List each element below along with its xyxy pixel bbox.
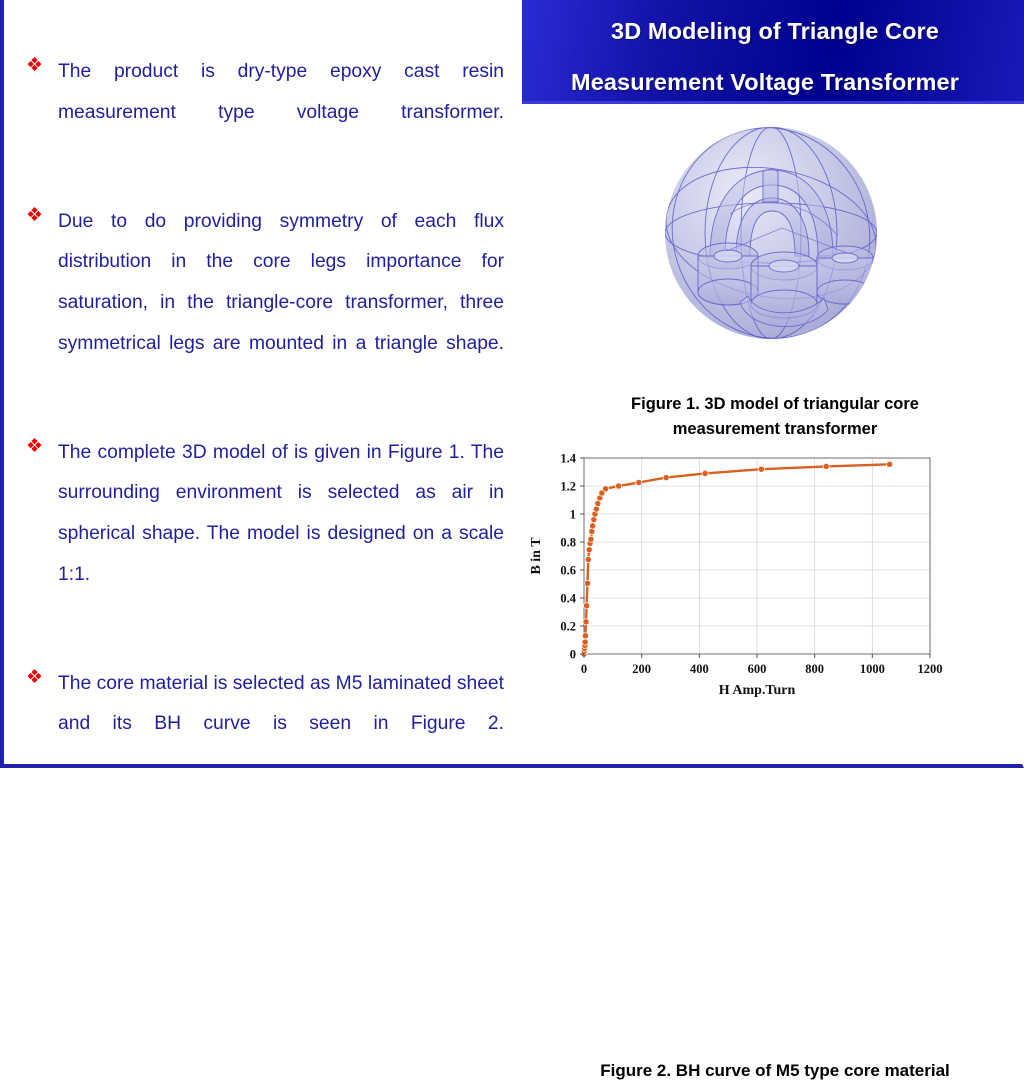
bullet-item-4-text: The core material is selected as M5 lami…: [58, 672, 504, 735]
diamond-bullet-icon: ❖: [26, 204, 44, 226]
x-axis-tick-label: 0: [581, 662, 587, 676]
y-axis-tick-label: 1.4: [560, 452, 576, 466]
figure-1-caption: Figure 1. 3D model of triangular core me…: [522, 392, 1024, 442]
data-point: [584, 579, 591, 587]
x-axis-tick-label: 1200: [918, 662, 943, 676]
data-point: [585, 546, 593, 554]
diamond-bullet-icon: ❖: [26, 435, 44, 457]
slide-title-line-1: 3D Modeling of Triangle Core: [611, 18, 939, 44]
bullet-item-2: ❖ Due to do providing symmetry of each f…: [26, 202, 504, 405]
data-point: [662, 474, 670, 482]
figure-2-caption: Figure 2. BH curve of M5 type core mater…: [600, 1061, 950, 1080]
data-point: [592, 505, 600, 513]
presentation-slide: 3D Modeling of Triangle Core Measurement…: [0, 0, 1024, 1081]
data-point: [581, 638, 589, 646]
figure-2: 0 200 400 600 800 1000 1200 0 0.2 0.4 0.6 0.8 1 1.2 1.…: [522, 446, 1024, 1081]
sphere-svg: [665, 127, 877, 339]
y-axis-tick-label: 0: [570, 648, 576, 662]
y-axis-tick-label: 1: [570, 508, 576, 522]
slide-title-bar: 3D Modeling of Triangle Core Measurement…: [522, 0, 1024, 104]
data-point: [757, 465, 765, 473]
bullet-item-1: ❖ The product is dry-type epoxy cast res…: [26, 52, 504, 174]
y-axis-tick-label: 1.2: [560, 480, 576, 494]
data-point: [588, 528, 596, 535]
bullet-item-3-text: The complete 3D model of is given in Fig…: [58, 441, 504, 585]
data-point: [635, 479, 643, 486]
data-point: [822, 462, 830, 470]
y-axis-tick-label: 0.8: [560, 536, 576, 550]
data-point: [602, 485, 610, 493]
y-axis-tick-label: 0.2: [560, 620, 576, 634]
data-point: [589, 522, 597, 530]
data-point: [582, 618, 590, 626]
data-point: [590, 516, 598, 524]
data-point: [615, 482, 623, 490]
diamond-bullet-icon: ❖: [26, 55, 44, 76]
3d-transformer-sphere-model-image: [632, 106, 912, 378]
data-point: [701, 469, 709, 477]
bh-curve-chart: 0 200 400 600 800 1000 1200 0 0.2 0.4 0.6 0.8 1 1.2 1.…: [529, 452, 943, 699]
figure-1: Figure 1. 3D model of triangular core me…: [522, 104, 1024, 438]
data-point: [886, 460, 894, 468]
x-axis-label: H Amp.Turn: [719, 683, 796, 698]
slide-title-line-2: Measurement Voltage Transformer: [571, 69, 959, 95]
figure-1-caption-line-2: measurement transformer: [672, 420, 878, 438]
y-axis-tick-label: 0.4: [560, 592, 576, 606]
bullet-list: ❖ The product is dry-type epoxy cast res…: [26, 52, 504, 814]
x-axis-tick-label: 200: [632, 662, 651, 676]
y-axis-tick-label: 0.6: [560, 564, 576, 578]
diamond-bullet-icon: ❖: [26, 666, 44, 688]
x-axis-tick-label: 800: [805, 662, 824, 676]
x-axis-tick-label: 600: [748, 662, 767, 676]
data-point: [581, 632, 589, 640]
figure-1-caption-line-1: Figure 1. 3D model of triangular core: [631, 395, 919, 413]
bullet-item-2-text: Due to do providing symmetry of each flu…: [58, 210, 504, 354]
figures-column: Figure 1. 3D model of triangular core me…: [522, 104, 1024, 1081]
x-axis-tick-label: 1000: [860, 662, 885, 676]
data-series-line: [582, 463, 891, 656]
bullet-item-3: ❖ The complete 3D model of is given in F…: [26, 433, 504, 636]
data-point: [583, 602, 591, 610]
x-axis-tick-label: 400: [690, 662, 709, 676]
y-axis-label: B in T: [529, 537, 544, 575]
bullet-item-1-text: The product is dry-type epoxy cast resin…: [58, 61, 504, 123]
bullet-item-4: ❖ The core material is selected as M5 la…: [26, 664, 504, 786]
data-point: [584, 556, 592, 563]
data-point: [587, 535, 595, 543]
